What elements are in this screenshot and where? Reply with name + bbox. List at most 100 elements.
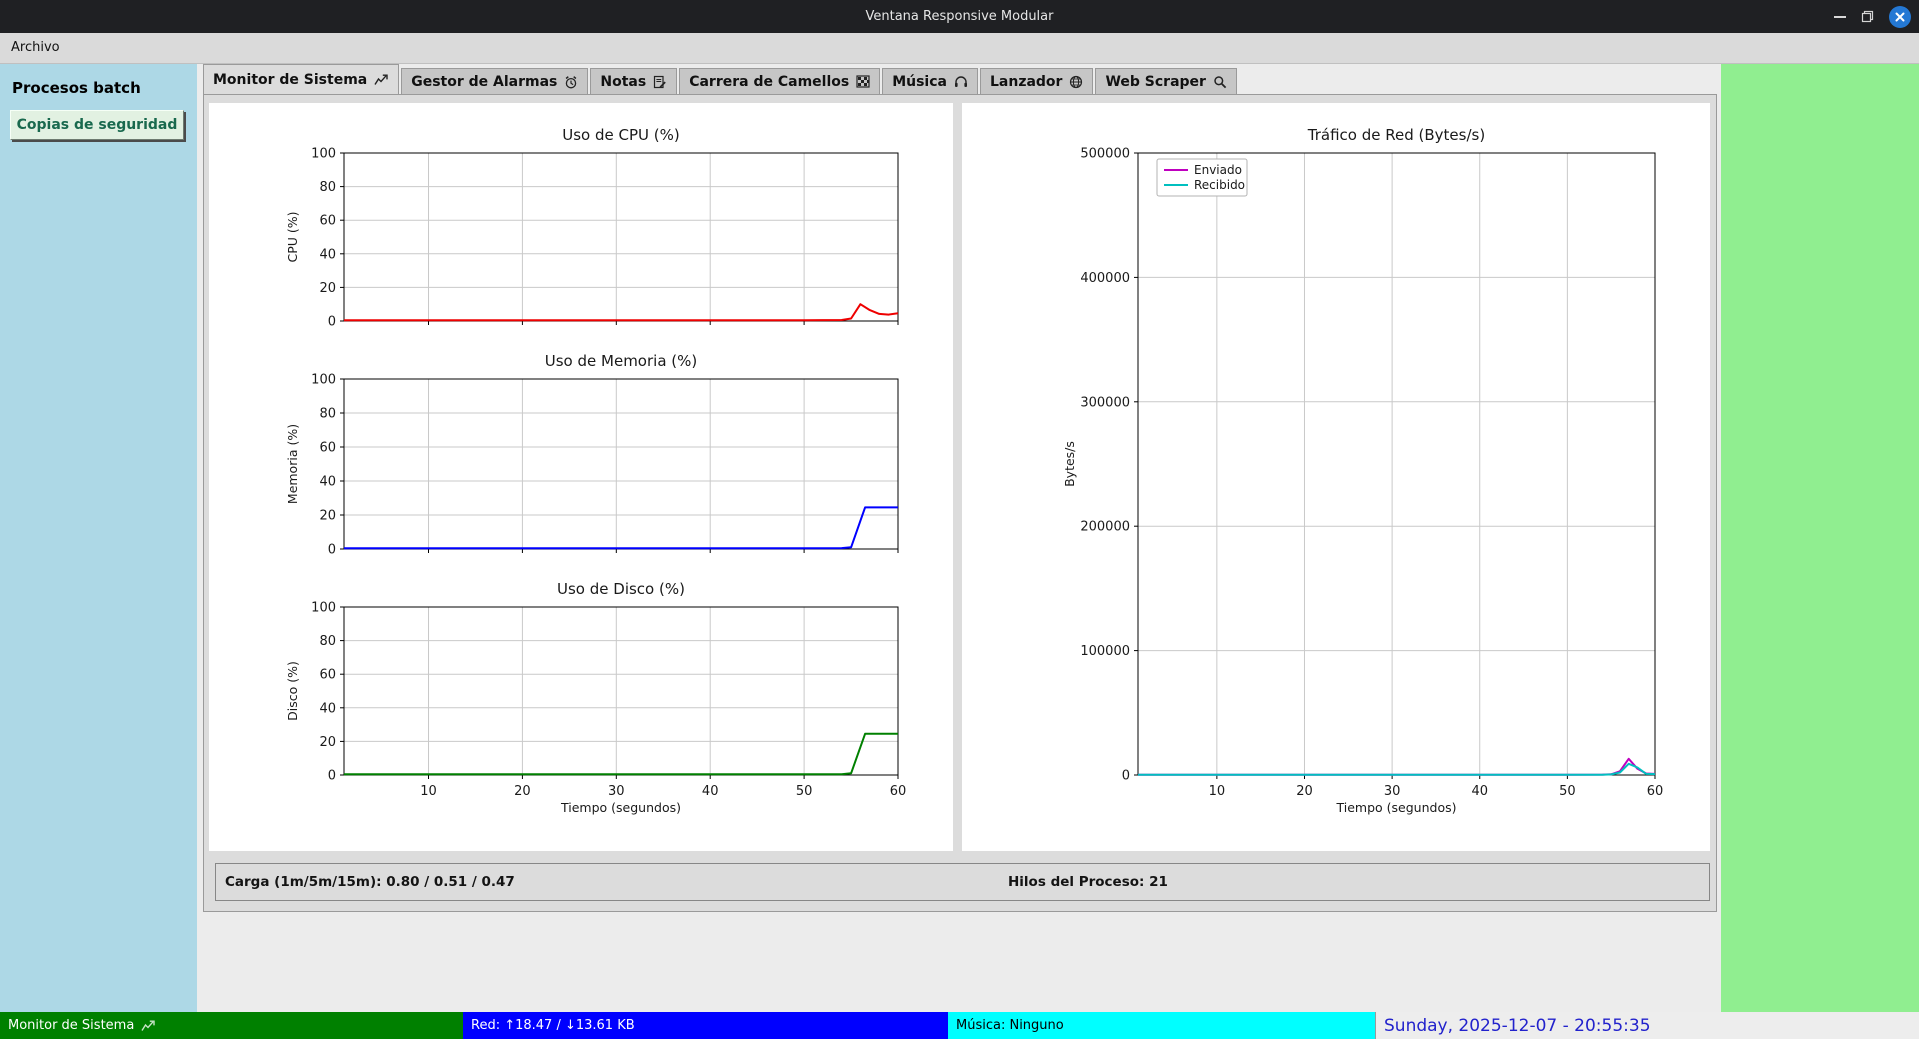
svg-text:30: 30 bbox=[1384, 784, 1401, 799]
tab-label: Gestor de Alarmas bbox=[411, 74, 557, 90]
right-green-panel bbox=[1721, 64, 1919, 1012]
svg-text:80: 80 bbox=[319, 407, 336, 422]
restore-icon bbox=[1861, 10, 1874, 23]
svg-text:500000: 500000 bbox=[1080, 147, 1130, 162]
svg-text:60: 60 bbox=[890, 784, 907, 799]
status-datetime: Sunday, 2025-12-07 - 20:55:35 bbox=[1375, 1012, 1919, 1039]
status-network-text: Red: ↑18.47 / ↓13.61 KB bbox=[471, 1018, 635, 1033]
status-datetime-text: Sunday, 2025-12-07 - 20:55:35 bbox=[1384, 1016, 1651, 1036]
svg-text:200000: 200000 bbox=[1080, 520, 1130, 535]
globe-icon bbox=[1069, 75, 1083, 89]
copias-de-seguridad-button[interactable]: Copias de seguridad bbox=[10, 110, 184, 140]
headphones-icon bbox=[954, 75, 968, 88]
svg-text:50: 50 bbox=[796, 784, 813, 799]
system-usage-charts: 020406080100Uso de CPU (%)CPU (%)0204060… bbox=[209, 103, 953, 851]
svg-text:20: 20 bbox=[319, 735, 336, 750]
status-monitor-text: Monitor de Sistema bbox=[8, 1018, 134, 1033]
magnifier-icon bbox=[1213, 75, 1227, 89]
svg-text:50: 50 bbox=[1559, 784, 1576, 799]
svg-text:20: 20 bbox=[319, 281, 336, 296]
tab-notas[interactable]: Notas bbox=[590, 68, 677, 94]
alarm-icon bbox=[564, 75, 578, 89]
svg-text:Enviado: Enviado bbox=[1194, 163, 1242, 177]
svg-text:60: 60 bbox=[1647, 784, 1664, 799]
checker-icon bbox=[856, 75, 870, 88]
titlebar: Ventana Responsive Modular bbox=[0, 0, 1919, 33]
tab-label: Lanzador bbox=[990, 74, 1062, 90]
svg-text:100000: 100000 bbox=[1080, 644, 1130, 659]
svg-text:40: 40 bbox=[319, 247, 336, 262]
tab-label: Notas bbox=[600, 74, 646, 90]
svg-text:60: 60 bbox=[319, 441, 336, 456]
svg-text:Tiempo (segundos): Tiempo (segundos) bbox=[560, 800, 681, 815]
menubar: Archivo bbox=[0, 33, 1919, 64]
svg-text:20: 20 bbox=[319, 509, 336, 524]
restore-button[interactable] bbox=[1861, 10, 1874, 23]
sidebar-heading: Procesos batch bbox=[12, 79, 197, 97]
tab-carrera-de-camellos[interactable]: Carrera de Camellos bbox=[679, 68, 880, 94]
svg-text:Tráfico de Red (Bytes/s): Tráfico de Red (Bytes/s) bbox=[1307, 126, 1485, 144]
svg-text:Recibido: Recibido bbox=[1194, 178, 1245, 192]
svg-text:400000: 400000 bbox=[1080, 271, 1130, 286]
svg-text:Uso de Memoria (%): Uso de Memoria (%) bbox=[545, 352, 697, 370]
svg-text:CPU (%): CPU (%) bbox=[285, 211, 300, 262]
process-threads-label: Hilos del Proceso: 21 bbox=[1008, 874, 1168, 890]
svg-text:Memoria (%): Memoria (%) bbox=[285, 424, 300, 504]
minimize-button[interactable] bbox=[1834, 16, 1846, 18]
svg-text:10: 10 bbox=[420, 784, 437, 799]
status-network: Red: ↑18.47 / ↓13.61 KB bbox=[463, 1012, 948, 1039]
monitor-tab-content: 020406080100Uso de CPU (%)CPU (%)0204060… bbox=[203, 94, 1717, 912]
tab-web-scraper[interactable]: Web Scraper bbox=[1095, 68, 1237, 94]
tab-label: Carrera de Camellos bbox=[689, 74, 849, 90]
tab-bar: Monitor de Sistema Gestor de Alarmas Notas… bbox=[203, 64, 1239, 94]
chart-up-icon bbox=[374, 73, 389, 86]
svg-text:300000: 300000 bbox=[1080, 395, 1130, 410]
svg-text:40: 40 bbox=[702, 784, 719, 799]
svg-text:10: 10 bbox=[1209, 784, 1226, 799]
tab-lanzador[interactable]: Lanzador bbox=[980, 68, 1093, 94]
status-monitor: Monitor de Sistema bbox=[0, 1012, 463, 1039]
load-average-label: Carga (1m/5m/15m): 0.80 / 0.51 / 0.47 bbox=[225, 874, 515, 890]
svg-text:80: 80 bbox=[319, 180, 336, 195]
chart-up-icon bbox=[141, 1019, 156, 1032]
note-icon bbox=[653, 75, 667, 89]
svg-text:0: 0 bbox=[1122, 769, 1130, 784]
tab-label: Monitor de Sistema bbox=[213, 72, 367, 88]
svg-text:20: 20 bbox=[514, 784, 531, 799]
close-button[interactable] bbox=[1889, 6, 1911, 28]
svg-text:100: 100 bbox=[311, 601, 336, 616]
statusbar: Monitor de Sistema Red: ↑18.47 / ↓13.61 K… bbox=[0, 1012, 1919, 1039]
status-music: Música: Ninguno bbox=[948, 1012, 1375, 1039]
window-title: Ventana Responsive Modular bbox=[0, 0, 1919, 33]
svg-text:Tiempo (segundos): Tiempo (segundos) bbox=[1336, 800, 1457, 815]
tab-gestor-de-alarmas[interactable]: Gestor de Alarmas bbox=[401, 68, 588, 94]
tab-musica[interactable]: Música bbox=[882, 68, 978, 94]
svg-text:Uso de CPU (%): Uso de CPU (%) bbox=[562, 126, 679, 144]
svg-text:40: 40 bbox=[1471, 784, 1488, 799]
svg-text:60: 60 bbox=[319, 668, 336, 683]
close-icon bbox=[1895, 12, 1905, 22]
window-controls bbox=[1834, 0, 1911, 33]
tab-monitor-de-sistema[interactable]: Monitor de Sistema bbox=[203, 64, 399, 94]
svg-text:80: 80 bbox=[319, 634, 336, 649]
svg-text:Uso de Disco (%): Uso de Disco (%) bbox=[557, 580, 685, 598]
menu-item-archivo[interactable]: Archivo bbox=[0, 33, 71, 63]
svg-text:0: 0 bbox=[328, 769, 336, 784]
svg-text:40: 40 bbox=[319, 475, 336, 490]
status-music-text: Música: Ninguno bbox=[956, 1018, 1064, 1033]
svg-text:100: 100 bbox=[311, 147, 336, 162]
svg-text:0: 0 bbox=[328, 543, 336, 558]
tab-label: Web Scraper bbox=[1105, 74, 1206, 90]
system-info-bar: Carga (1m/5m/15m): 0.80 / 0.51 / 0.47 Hi… bbox=[215, 863, 1710, 901]
svg-text:100: 100 bbox=[311, 373, 336, 388]
minimize-icon bbox=[1834, 16, 1846, 18]
svg-text:Disco (%): Disco (%) bbox=[285, 661, 300, 721]
sidebar-procesos-batch: Procesos batch Copias de seguridad bbox=[0, 64, 197, 1012]
svg-text:Bytes/s: Bytes/s bbox=[1062, 441, 1077, 487]
svg-text:60: 60 bbox=[319, 214, 336, 229]
svg-text:20: 20 bbox=[1296, 784, 1313, 799]
tab-label: Música bbox=[892, 74, 947, 90]
svg-text:30: 30 bbox=[608, 784, 625, 799]
network-traffic-chart: 10 20 30 40 50 60 0 100000 200000 300000 400000 500… bbox=[962, 103, 1710, 851]
svg-text:0: 0 bbox=[328, 315, 336, 330]
